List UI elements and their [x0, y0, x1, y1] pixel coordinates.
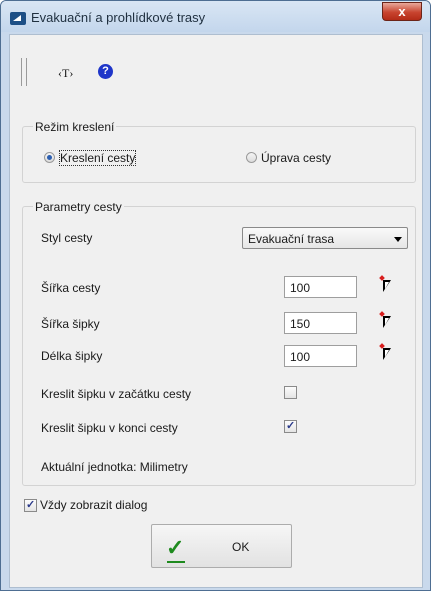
window-title: Evakuační a prohlídkové trasy	[31, 10, 206, 25]
arrow-end-checkbox[interactable]: ✓	[284, 420, 297, 433]
radio-edit-path[interactable]	[246, 152, 257, 163]
path-width-input[interactable]: 100	[284, 276, 357, 298]
path-style-label: Styl cesty	[41, 231, 93, 245]
units-text: Aktuální jednotka: Milimetry	[41, 460, 188, 474]
path-params-title: Parametry cesty	[33, 200, 124, 214]
always-show-label[interactable]: Vždy zobrazit dialog	[40, 498, 147, 512]
app-icon	[10, 12, 26, 25]
title-bar[interactable]: Evakuační a prohlídkové trasy x	[1, 1, 430, 32]
path-style-value: Evakuační trasa	[248, 232, 335, 246]
ok-button[interactable]: ✓ OK	[151, 524, 292, 568]
close-icon: x	[398, 4, 406, 19]
arrow-start-label: Kreslit šipku v začátku cesty	[41, 387, 192, 401]
drawing-mode-title: Režim kreslení	[33, 120, 117, 134]
arrow-length-label: Délka šipky	[41, 349, 103, 363]
arrow-width-input[interactable]: 150	[284, 312, 357, 334]
text-tool-icon[interactable]: ‹T›	[58, 66, 73, 81]
radio-draw-path[interactable]	[44, 152, 55, 163]
arrow-end-label: Kreslit šipku v konci cesty	[41, 421, 178, 435]
checkmark-icon: ✓	[26, 499, 36, 511]
radio-edit-path-label[interactable]: Úprava cesty	[261, 151, 331, 165]
dropdown-arrow-icon	[394, 237, 402, 242]
close-button[interactable]: x	[382, 2, 422, 21]
arrow-length-input[interactable]: 100	[284, 345, 357, 367]
radio-draw-path-label[interactable]: Kreslení cesty	[58, 150, 137, 166]
arrow-start-checkbox[interactable]	[284, 386, 297, 399]
pick-arrow-width-icon[interactable]	[379, 311, 394, 330]
separator-handle-icon	[21, 58, 27, 86]
pick-arrow-length-icon[interactable]	[379, 343, 394, 362]
green-check-icon: ✓	[166, 535, 186, 563]
pick-path-width-icon[interactable]	[379, 275, 394, 294]
path-style-select[interactable]: Evakuační trasa	[242, 227, 408, 249]
help-icon[interactable]: ?	[98, 64, 113, 79]
checkmark-icon: ✓	[286, 420, 296, 432]
arrow-width-label: Šířka šipky	[41, 317, 100, 331]
path-width-label: Šířka cesty	[41, 281, 101, 295]
always-show-checkbox[interactable]: ✓	[24, 499, 37, 512]
ok-label: OK	[232, 540, 250, 554]
